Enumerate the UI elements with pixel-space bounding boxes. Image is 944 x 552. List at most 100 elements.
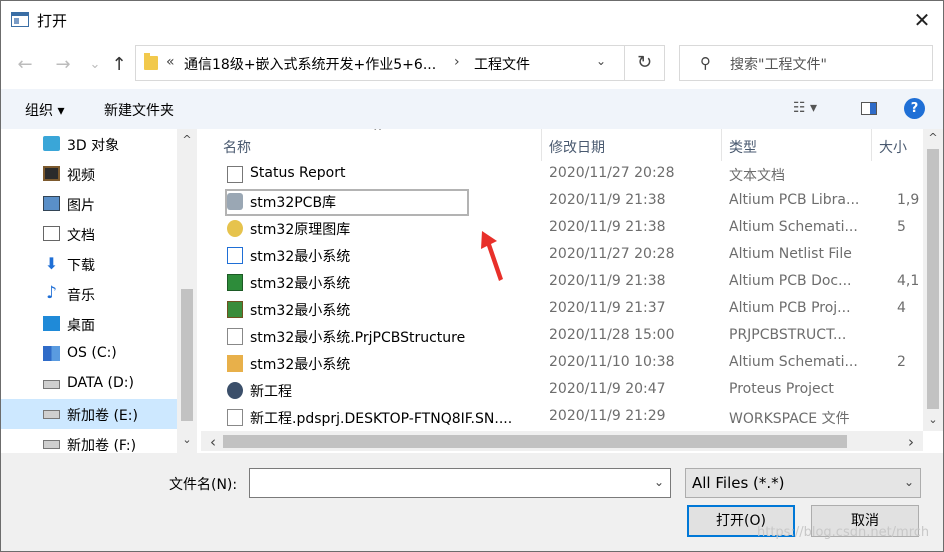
file-name: stm32PCB库 [250, 195, 337, 211]
drive-icon [43, 440, 60, 449]
chevron-down-icon: ⌄ [903, 475, 914, 489]
file-row[interactable]: 新工程 2020/11/9 20:47 Proteus Project [201, 377, 923, 404]
sidebar-item-drive-d[interactable]: DATA (D:) [1, 369, 177, 399]
sidebar-item-3d-objects[interactable]: 3D 对象 [1, 129, 177, 159]
address-bar[interactable]: « 通信18级+嵌入式系统开发+作业5+6... › 工程文件 ⌄ [135, 45, 625, 81]
sidebar-item-drive-c[interactable]: OS (C:) [1, 339, 177, 369]
file-name: stm32最小系统 [250, 276, 351, 292]
file-date: 2020/11/9 21:37 [549, 300, 666, 316]
close-icon[interactable]: ✕ [909, 7, 935, 33]
forward-arrow-icon[interactable]: → [51, 53, 75, 77]
text-file-icon [227, 166, 243, 183]
file-row[interactable]: Status Report 2020/11/27 20:28 文本文档 [201, 161, 923, 188]
file-row[interactable]: stm32最小系统 2020/11/9 21:38 Altium PCB Doc… [201, 269, 923, 296]
search-box[interactable]: ⚲ 搜索"工程文件" [679, 45, 933, 81]
pcb-project-icon [227, 301, 243, 318]
window-title: 打开 [37, 12, 68, 30]
sidebar-item-music[interactable]: ♪ 音乐 [1, 279, 177, 309]
view-options-icon[interactable]: ☷ ▾ [793, 100, 817, 116]
pcb-document-icon [227, 274, 243, 291]
file-name: stm32最小系统.PrjPCBStructure [250, 330, 466, 346]
file-row[interactable]: stm32最小系统 2020/11/9 21:37 Altium PCB Pro… [201, 296, 923, 323]
column-divider[interactable] [721, 129, 722, 161]
scroll-thumb[interactable] [223, 435, 847, 448]
preview-pane-icon[interactable] [861, 102, 877, 115]
new-folder-button[interactable]: 新建文件夹 [104, 100, 174, 120]
file-name: Status Report [250, 165, 346, 181]
back-arrow-icon[interactable]: ← [13, 53, 37, 77]
file-row[interactable]: stm32最小系统 2020/11/27 20:28 Altium Netlis… [201, 242, 923, 269]
column-divider[interactable] [871, 129, 872, 161]
column-header-size[interactable]: 大小 [879, 137, 907, 157]
file-name: 新工程 [250, 384, 292, 400]
file-type: Altium PCB Doc... [729, 273, 852, 289]
file-date: 2020/11/27 20:28 [549, 165, 675, 181]
file-row[interactable]: stm32原理图库 2020/11/9 21:38 Altium Schemat… [201, 215, 923, 242]
scroll-up-icon[interactable]: ^ [923, 131, 943, 144]
sidebar-item-desktop[interactable]: 桌面 [1, 309, 177, 339]
sort-ascending-icon: ^ [373, 129, 383, 138]
file-type: Altium PCB Libra... [729, 192, 860, 208]
netlist-icon [227, 247, 243, 264]
file-date: 2020/11/9 21:29 [549, 408, 666, 424]
file-size: 1,9 [897, 192, 920, 208]
file-type-select[interactable]: All Files (*.*) ⌄ [685, 468, 921, 498]
file-list-horizontal-scrollbar[interactable]: ‹ › [201, 431, 923, 451]
refresh-icon[interactable]: ↻ [625, 45, 665, 81]
drive-icon [43, 380, 60, 389]
scroll-down-icon[interactable]: ⌄ [177, 433, 197, 446]
watermark-text: https://blog.csdn.net/mrch [757, 525, 930, 540]
file-size: 5 [897, 219, 906, 235]
file-row[interactable]: stm32最小系统 2020/11/10 10:38 Altium Schema… [201, 350, 923, 377]
breadcrumb-parent[interactable]: 通信18级+嵌入式系统开发+作业5+6... [184, 54, 436, 74]
file-type: WORKSPACE 文件 [729, 411, 850, 427]
sidebar-item-label: 音乐 [67, 288, 95, 304]
recent-locations-icon[interactable]: ⌄ [83, 53, 107, 77]
scroll-down-icon[interactable]: ⌄ [923, 413, 943, 426]
scroll-left-icon[interactable]: ‹ [203, 433, 223, 451]
filename-history-dropdown-icon[interactable]: ⌄ [654, 475, 664, 489]
filename-input[interactable]: ⌄ [249, 468, 671, 498]
column-header-name[interactable]: 名称 [223, 137, 251, 157]
file-row[interactable]: stm32PCB库 2020/11/9 21:38 Altium PCB Lib… [201, 188, 923, 216]
help-icon[interactable]: ? [904, 98, 925, 119]
up-arrow-icon[interactable]: ↑ [107, 53, 131, 77]
file-row[interactable]: stm32最小系统.PrjPCBStructure 2020/11/28 15:… [201, 323, 923, 350]
title-bar: 打开 ✕ [1, 1, 943, 39]
column-divider[interactable] [541, 129, 542, 161]
column-header-type[interactable]: 类型 [729, 137, 757, 157]
file-date: 2020/11/9 21:38 [549, 192, 666, 208]
file-list-vertical-scrollbar[interactable]: ^ ⌄ [923, 129, 943, 431]
sidebar-item-drive-f[interactable]: 新加卷 (F:) [1, 429, 177, 453]
scroll-thumb[interactable] [927, 149, 939, 409]
sidebar-item-pictures[interactable]: 图片 [1, 189, 177, 219]
file-date: 2020/11/9 21:38 [549, 219, 666, 235]
file-name: stm32原理图库 [250, 222, 351, 238]
navigation-scrollbar[interactable]: ^ ⌄ [177, 129, 197, 453]
file-list: ^ 名称 修改日期 类型 大小 Status Report 2020/11/27… [201, 129, 943, 453]
sidebar-item-label: 新加卷 (F:) [67, 438, 137, 453]
sidebar-item-videos[interactable]: 视频 [1, 159, 177, 189]
sidebar-item-drive-e[interactable]: 新加卷 (E:) [1, 399, 177, 429]
sidebar-item-label: 文档 [67, 228, 95, 244]
file-date: 2020/11/9 20:47 [549, 381, 666, 397]
organize-button[interactable]: 组织 ▾ [25, 100, 64, 120]
scroll-thumb[interactable] [181, 289, 193, 421]
column-header-row: ^ 名称 修改日期 类型 大小 [201, 129, 943, 161]
sidebar-item-label: OS (C:) [67, 345, 117, 361]
address-dropdown-icon[interactable]: ⌄ [596, 54, 606, 68]
overflow-chevron-icon[interactable]: « [166, 54, 175, 70]
breadcrumb-separator-icon[interactable]: › [454, 54, 460, 70]
breadcrumb-current[interactable]: 工程文件 [474, 54, 530, 74]
file-type: Altium Netlist File [729, 246, 852, 262]
scroll-right-icon[interactable]: › [901, 433, 921, 451]
file-row[interactable]: 新工程.pdsprj.DESKTOP-FTNQ8IF.SN.... 2020/1… [201, 404, 923, 431]
scroll-up-icon[interactable]: ^ [177, 133, 197, 146]
video-icon [43, 166, 60, 181]
column-header-date[interactable]: 修改日期 [549, 137, 605, 157]
sidebar-item-downloads[interactable]: ⬇ 下载 [1, 249, 177, 279]
search-icon: ⚲ [700, 54, 711, 72]
sidebar-item-documents[interactable]: 文档 [1, 219, 177, 249]
drive-icon [43, 410, 60, 419]
search-input[interactable]: 搜索"工程文件" [730, 54, 827, 74]
